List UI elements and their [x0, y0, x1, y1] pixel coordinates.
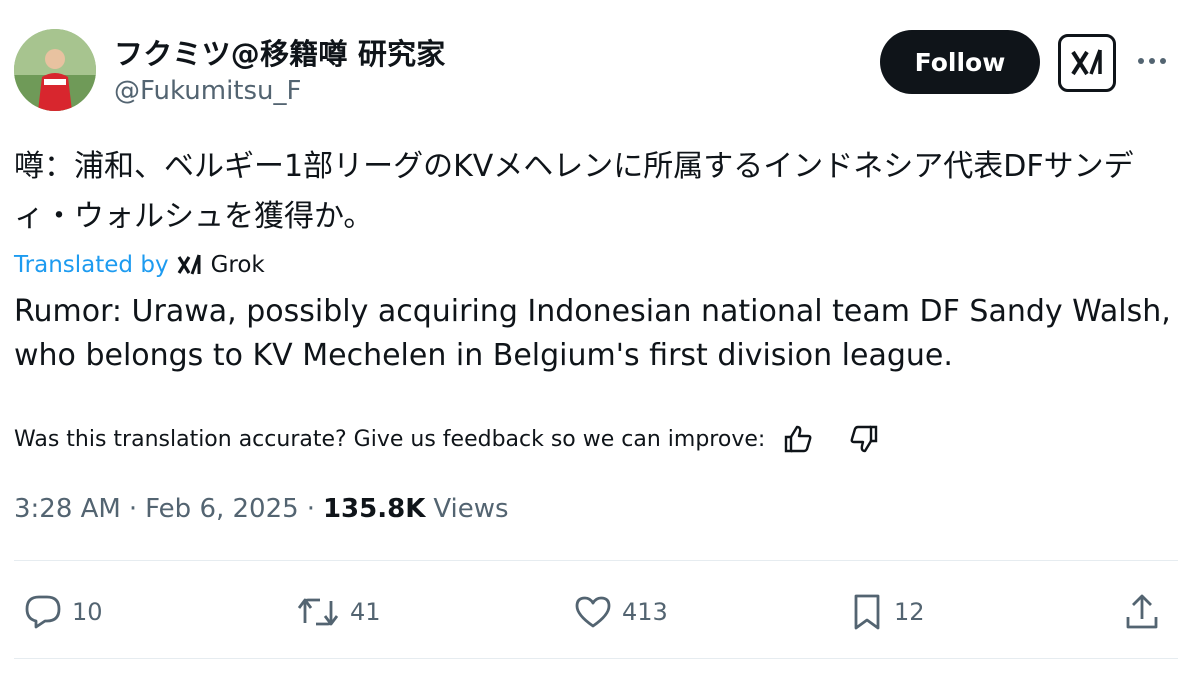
- repost-button[interactable]: 41: [296, 590, 381, 634]
- meta-separator: ·: [306, 494, 315, 524]
- translated-text: Rumor: Urawa, possibly acquiring Indones…: [14, 294, 1171, 373]
- grok-button[interactable]: [1058, 34, 1116, 92]
- divider: [14, 560, 1178, 561]
- bookmark-button[interactable]: 12: [850, 590, 925, 634]
- translated-by-label[interactable]: Translated by: [14, 252, 169, 278]
- divider: [14, 658, 1178, 659]
- repost-count: 41: [350, 598, 381, 626]
- reply-count: 10: [72, 598, 103, 626]
- repost-icon: [296, 595, 340, 629]
- thumbs-down-icon[interactable]: [849, 425, 879, 453]
- like-count: 413: [622, 598, 668, 626]
- meta-separator: ·: [128, 494, 138, 524]
- follow-button[interactable]: Follow: [880, 30, 1040, 94]
- tweet-text: 噂：浦和、ベルギー1部リーグのKVメヘレンに所属するインドネシア代表DFサンディ…: [14, 149, 1134, 234]
- grok-logo-icon: [1070, 48, 1104, 78]
- tweet-time[interactable]: 3:28 AM: [14, 494, 121, 524]
- handle[interactable]: @Fukumitsu_F: [114, 76, 301, 106]
- share-icon: [1124, 593, 1160, 631]
- grok-small-icon: [177, 254, 203, 276]
- translation-attribution: Translated by Grok: [14, 250, 265, 280]
- share-button[interactable]: [1124, 590, 1160, 634]
- heart-icon: [574, 595, 612, 629]
- tweet-date[interactable]: Feb 6, 2025: [145, 494, 299, 524]
- more-horizontal-icon: [1137, 57, 1167, 65]
- tweet-meta: 3:28 AM · Feb 6, 2025 · 135.8K Views: [14, 490, 509, 528]
- avatar[interactable]: [14, 29, 96, 111]
- action-bar: 10 41 413 12: [24, 590, 1164, 634]
- bookmark-icon: [850, 593, 884, 631]
- views-label: Views: [433, 494, 509, 524]
- reply-button[interactable]: 10: [24, 590, 103, 634]
- translator-name: Grok: [210, 252, 265, 278]
- feedback-prompt: Was this translation accurate? Give us f…: [14, 426, 766, 452]
- reply-icon: [24, 594, 62, 630]
- thumbs-up-icon[interactable]: [783, 425, 813, 453]
- translation-feedback: Was this translation accurate? Give us f…: [14, 424, 879, 454]
- like-button[interactable]: 413: [574, 590, 668, 634]
- more-button[interactable]: [1134, 49, 1170, 73]
- display-name[interactable]: フクミツ@移籍噂 研究家: [114, 31, 446, 73]
- views-count: 135.8K: [322, 494, 426, 524]
- bookmark-count: 12: [894, 598, 925, 626]
